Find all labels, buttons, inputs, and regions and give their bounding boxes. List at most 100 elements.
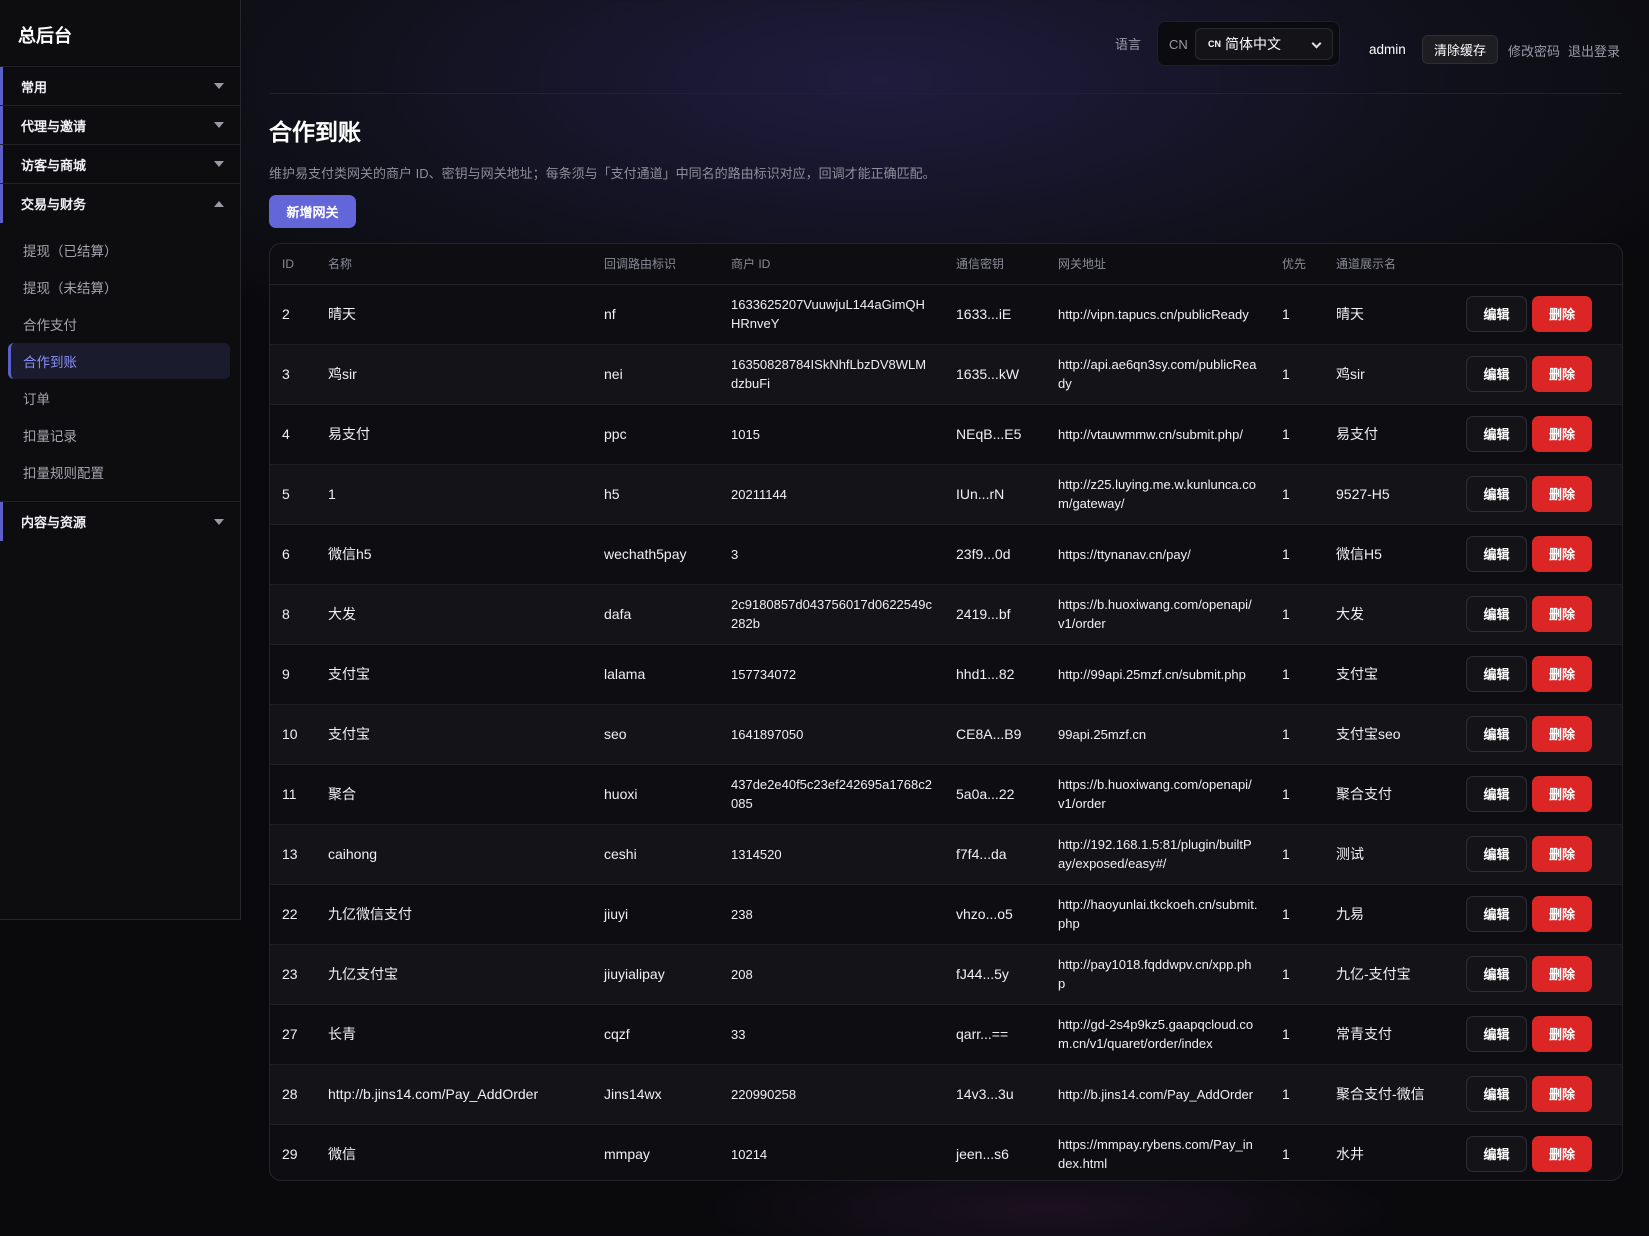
edit-button[interactable]: 编辑 [1466, 776, 1527, 812]
edit-button[interactable]: 编辑 [1466, 1016, 1527, 1052]
cell-actions: 编辑 删除 [1454, 1004, 1622, 1064]
sidebar-group-common[interactable]: 常用 [0, 67, 240, 106]
logout-link[interactable]: 退出登录 [1568, 41, 1620, 60]
cell-display-name: 常青支付 [1336, 1025, 1392, 1042]
cell-name: 易支付 [328, 425, 370, 442]
delete-button[interactable]: 删除 [1532, 836, 1592, 872]
table-row: 22 九亿微信支付 jiuyi 238 vhzo...o5 http://haoyunla… [270, 884, 1622, 944]
cell-actions: 编辑 删除 [1454, 524, 1622, 584]
delete-button[interactable]: 删除 [1532, 776, 1592, 812]
cell-key: 2419...bf [956, 605, 1011, 622]
delete-button[interactable]: 删除 [1532, 536, 1592, 572]
edit-button[interactable]: 编辑 [1466, 956, 1527, 992]
cell-priority: 1 [1282, 1145, 1290, 1162]
sidebar-group-content[interactable]: 内容与资源 [0, 502, 240, 541]
edit-button[interactable]: 编辑 [1466, 476, 1527, 512]
table-row: 23 九亿支付宝 jiuyialipay 208 fJ44...5y http://pay… [270, 944, 1622, 1004]
delete-button[interactable]: 删除 [1532, 416, 1592, 452]
cell-merchant-id: 437de2e40f5c23ef242695a1768c2085 [731, 777, 932, 811]
edit-button[interactable]: 编辑 [1466, 1136, 1527, 1173]
language-switcher: CN CN 简体中文 [1157, 21, 1340, 66]
edit-button[interactable]: 编辑 [1466, 416, 1527, 452]
cell-priority: 1 [1282, 305, 1290, 322]
sidebar-group-agents[interactable]: 代理与邀请 [0, 106, 240, 145]
cell-priority: 1 [1282, 605, 1290, 622]
edit-button[interactable]: 编辑 [1466, 716, 1527, 752]
table-row: 13 caihong ceshi 1314520 f7f4...da http://192… [270, 824, 1622, 884]
delete-button[interactable]: 删除 [1532, 1016, 1592, 1052]
change-password-link[interactable]: 修改密码 [1508, 41, 1560, 60]
table-row: 3 鸡sir nei 16350828784ISkNhfLbzDV8WLMdzbuFi… [270, 344, 1622, 404]
edit-button[interactable]: 编辑 [1466, 596, 1527, 632]
chevron-down-icon [1311, 38, 1322, 49]
add-gateway-button[interactable]: 新增网关 [269, 195, 356, 228]
edit-button[interactable]: 编辑 [1466, 296, 1527, 332]
cell-id: 10 [282, 725, 298, 742]
cell-actions: 编辑 删除 [1454, 704, 1622, 764]
sidebar-item-deduction-records[interactable]: 扣量记录 [8, 417, 230, 453]
cell-priority: 1 [1282, 1025, 1290, 1042]
sidebar-group-finance[interactable]: 交易与财务 [0, 184, 240, 223]
edit-button[interactable]: 编辑 [1466, 356, 1527, 392]
sidebar-item-withdraw-unsettled[interactable]: 提现（未结算） [8, 269, 230, 305]
cell-merchant-id: 3 [731, 546, 739, 562]
clear-cache-button[interactable]: 清除缓存 [1422, 35, 1498, 64]
sidebar-item-withdraw-settled[interactable]: 提现（已结算） [8, 232, 230, 268]
cell-merchant-id: 10214 [731, 1146, 768, 1162]
edit-button[interactable]: 编辑 [1466, 896, 1527, 932]
sidebar-item-orders[interactable]: 订单 [8, 380, 230, 416]
sidebar-item-partner-payment[interactable]: 合作支付 [8, 306, 230, 342]
cell-id: 5 [282, 485, 290, 502]
language-select[interactable]: CN 简体中文 [1195, 28, 1333, 60]
cell-priority: 1 [1282, 905, 1290, 922]
sidebar-group-label: 访客与商城 [21, 157, 87, 173]
cell-name: 支付宝 [328, 725, 370, 742]
cell-name: 鸡sir [328, 365, 357, 382]
cell-display-name: 晴天 [1336, 305, 1364, 322]
admin-username: admin [1369, 42, 1406, 57]
cell-route: lalama [604, 665, 646, 682]
cell-actions: 编辑 删除 [1454, 344, 1622, 404]
edit-button[interactable]: 编辑 [1466, 836, 1527, 872]
sidebar-group-visitors[interactable]: 访客与商城 [0, 145, 240, 184]
delete-button[interactable]: 删除 [1532, 1136, 1592, 1173]
cell-actions: 编辑 删除 [1454, 284, 1622, 344]
delete-button[interactable]: 删除 [1532, 956, 1592, 992]
edit-button[interactable]: 编辑 [1466, 1076, 1527, 1112]
header-merchant-id: 商户 ID [719, 244, 944, 285]
sidebar-item-partner-arrival[interactable]: 合作到账 [8, 343, 230, 379]
sidebar-item-deduction-rules[interactable]: 扣量规则配置 [8, 454, 230, 490]
cell-key: fJ44...5y [956, 965, 1009, 982]
cell-id: 6 [282, 545, 290, 562]
cell-actions: 编辑 删除 [1454, 644, 1622, 704]
cell-key: NEqB...E5 [956, 425, 1022, 442]
cell-route: wechath5pay [604, 545, 687, 562]
cell-id: 28 [282, 1085, 298, 1102]
delete-button[interactable]: 删除 [1532, 896, 1592, 932]
cell-key: jeen...s6 [956, 1145, 1009, 1162]
cell-name: 大发 [328, 605, 356, 622]
cell-actions: 编辑 删除 [1454, 824, 1622, 884]
delete-button[interactable]: 删除 [1532, 476, 1592, 512]
delete-button[interactable]: 删除 [1532, 296, 1592, 332]
cell-merchant-id: 220990258 [731, 1086, 797, 1102]
cell-key: 14v3...3u [956, 1085, 1014, 1102]
delete-button[interactable]: 删除 [1532, 356, 1592, 392]
cell-display-name: 聚合支付-微信 [1336, 1085, 1425, 1102]
gateway-table: ID 名称 回调路由标识 商户 ID 通信密钥 网关地址 优先 通道展示名 2 晴… [269, 243, 1623, 1181]
delete-button[interactable]: 删除 [1532, 1076, 1592, 1112]
cell-priority: 1 [1282, 365, 1290, 382]
sidebar-group-label: 交易与财务 [21, 197, 87, 212]
cell-name: 1 [328, 485, 336, 502]
cell-route: nei [604, 365, 623, 382]
cell-display-name: 聚合支付 [1336, 785, 1392, 802]
caret-up-icon [214, 200, 224, 207]
cell-gateway: http://vipn.tapucs.cn/publicReady [1058, 306, 1249, 322]
delete-button[interactable]: 删除 [1532, 716, 1592, 752]
delete-button[interactable]: 删除 [1532, 596, 1592, 632]
delete-button[interactable]: 删除 [1532, 656, 1592, 692]
cell-actions: 编辑 删除 [1454, 944, 1622, 1004]
edit-button[interactable]: 编辑 [1466, 656, 1527, 692]
edit-button[interactable]: 编辑 [1466, 536, 1527, 572]
cell-gateway: https://ttynanav.cn/pay/ [1058, 546, 1191, 562]
